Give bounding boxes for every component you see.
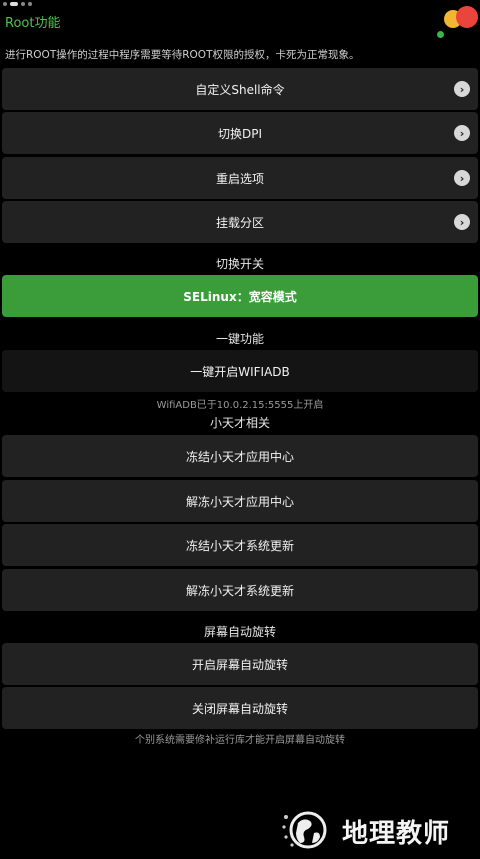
selinux-toggle-button[interactable]: SELinux：宽容模式: [2, 275, 478, 317]
watermark-text: 地理教师: [342, 819, 451, 849]
unfreeze-system-update-button[interactable]: 解冻小天才系统更新: [2, 569, 478, 611]
menu-item-label: 切换DPI: [217, 126, 263, 141]
chevron-right-icon: ›: [454, 125, 470, 141]
freeze-app-center-button[interactable]: 冻结小天才应用中心: [2, 435, 478, 477]
menu-item-reboot-options[interactable]: 重启选项 ›: [2, 157, 478, 199]
freeze-system-update-button[interactable]: 冻结小天才系统更新: [2, 524, 478, 566]
button-label: 冻结小天才系统更新: [185, 538, 294, 553]
decor-bubble-red-icon: [456, 6, 478, 28]
page-dot: [21, 2, 25, 6]
button-label: 开启屏幕自动旋转: [191, 657, 288, 672]
watermark: 地理教师: [276, 805, 480, 855]
chevron-right-icon: ›: [454, 214, 470, 230]
page-dot-active: [10, 2, 18, 6]
section-title-one-key: 一键功能: [215, 332, 264, 346]
globe-logo-icon: [282, 811, 327, 849]
auto-rotate-note: 个别系统需要修补运行库才能开启屏幕自动旋转: [135, 735, 345, 746]
button-label: 冻结小天才应用中心: [185, 449, 294, 464]
menu-item-custom-shell[interactable]: 自定义Shell命令 ›: [2, 68, 478, 110]
enable-wifiadb-button[interactable]: 一键开启WIFIADB: [2, 350, 478, 392]
menu-item-label: 重启选项: [215, 171, 264, 186]
enable-auto-rotate-button[interactable]: 开启屏幕自动旋转: [2, 643, 478, 685]
page-title: Root功能: [5, 16, 61, 31]
button-label: 关闭屏幕自动旋转: [191, 701, 288, 716]
selinux-label: SELinux：宽容模式: [183, 289, 297, 304]
chevron-right-icon: ›: [454, 81, 470, 97]
chevron-right-icon: ›: [454, 170, 470, 186]
button-label: 解冻小天才应用中心: [185, 494, 294, 509]
wifiadb-label: 一键开启WIFIADB: [190, 364, 290, 379]
section-title-switches: 切换开关: [215, 257, 264, 271]
decor-bubble-green-icon: [437, 31, 444, 38]
page-indicator: [3, 2, 32, 6]
unfreeze-app-center-button[interactable]: 解冻小天才应用中心: [2, 480, 478, 522]
menu-item-mount-partition[interactable]: 挂载分区 ›: [2, 201, 478, 243]
top-bar: Root功能: [0, 0, 480, 42]
wifiadb-status-text: WifiADB已于10.0.2.15:5555上开启: [156, 400, 324, 411]
section-title-rotation: 屏幕自动旋转: [203, 625, 276, 639]
menu-item-switch-dpi[interactable]: 切换DPI ›: [2, 112, 478, 154]
menu-item-label: 自定义Shell命令: [195, 82, 285, 97]
button-label: 解冻小天才系统更新: [185, 583, 294, 598]
page-dot: [3, 2, 7, 6]
root-notice: 进行ROOT操作的过程中程序需要等待ROOT权限的授权，卡死为正常现象。: [5, 49, 360, 61]
section-title-xtc: 小天才相关: [209, 416, 270, 430]
menu-item-label: 挂载分区: [215, 215, 264, 230]
page-dot: [28, 2, 32, 6]
disable-auto-rotate-button[interactable]: 关闭屏幕自动旋转: [2, 687, 478, 729]
